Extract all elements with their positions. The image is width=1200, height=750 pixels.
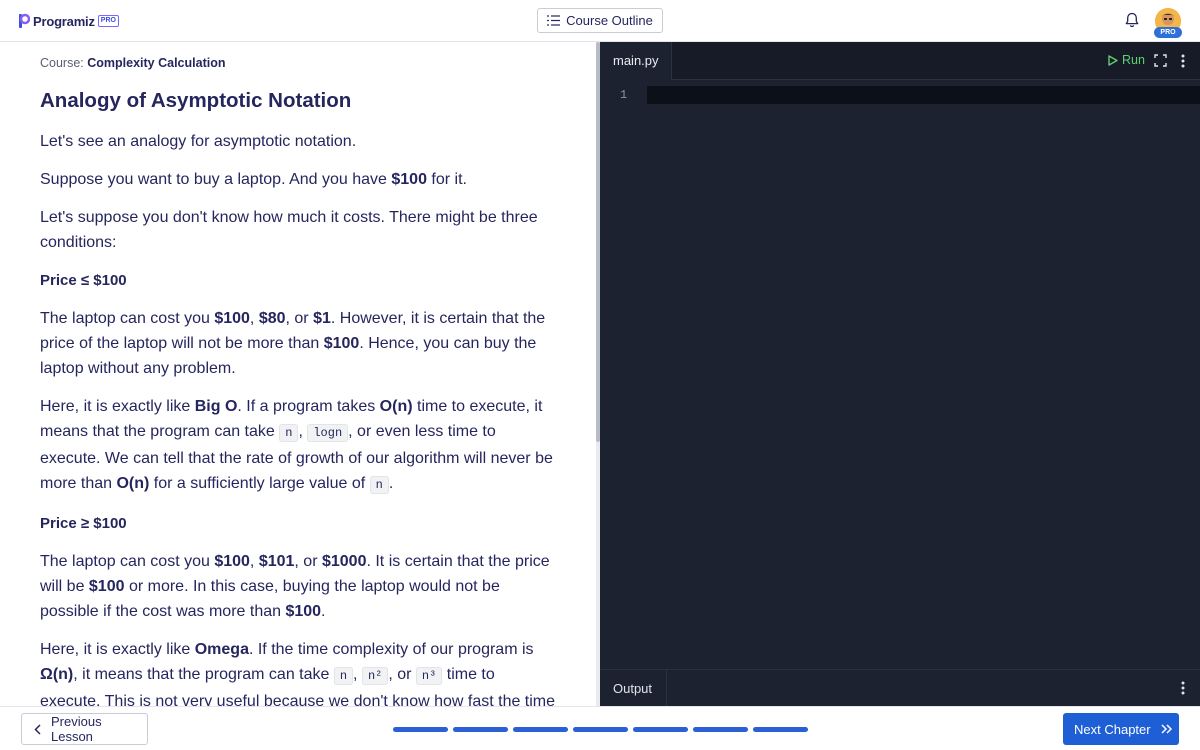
progress-segment	[633, 727, 688, 732]
progress-segment	[693, 727, 748, 732]
chevron-left-icon	[34, 723, 41, 735]
next-chapter-button[interactable]: Next Chapter	[1063, 713, 1179, 745]
progress-segment	[573, 727, 628, 732]
bottom-nav-bar: Previous Lesson Next Chapter	[0, 706, 1200, 750]
list-icon	[547, 15, 561, 26]
progress-segment	[753, 727, 808, 732]
double-chevron-right-icon	[1161, 724, 1172, 734]
inline-code: n	[369, 476, 389, 494]
heading-price-ge: Price ≥ $100	[40, 515, 127, 532]
progress-segment	[453, 727, 508, 732]
previous-lesson-button[interactable]: Previous Lesson	[21, 713, 148, 745]
inline-code: n	[279, 424, 299, 442]
paragraph-conditions: Let's suppose you don't know how much it…	[40, 209, 538, 251]
output-tab[interactable]: Output	[600, 670, 667, 707]
paragraph-big-o: Here, it is exactly like Big O. If a pro…	[40, 398, 553, 494]
paragraph-price-le: The laptop can cost you $100, $80, or $1…	[40, 310, 546, 377]
programiz-logo[interactable]: Programiz PRO	[18, 11, 119, 31]
top-bar: Programiz PRO Course Outline PRO	[0, 0, 1200, 42]
logo-text: Programiz	[33, 13, 95, 29]
paragraph-intro: Let's see an analogy for asymptotic nota…	[40, 133, 357, 150]
bell-icon[interactable]	[1123, 11, 1141, 29]
course-prefix: Course:	[40, 56, 88, 70]
code-input-line[interactable]	[647, 86, 1200, 104]
next-chapter-label: Next Chapter	[1074, 721, 1151, 737]
paragraph-budget: Suppose you want to buy a laptop. And yo…	[40, 171, 467, 188]
logo-mark-icon	[19, 13, 30, 28]
progress-segment	[393, 727, 448, 732]
editor-more-icon[interactable]	[1181, 54, 1185, 68]
tab-main-py[interactable]: main.py	[600, 42, 672, 80]
course-outline-button[interactable]: Course Outline	[537, 8, 663, 33]
avatar-pro-badge: PRO	[1154, 27, 1182, 38]
editor-tab-bar: main.py Run	[600, 42, 1200, 80]
course-outline-label: Course Outline	[566, 13, 653, 28]
inline-code: logn	[307, 424, 349, 442]
code-editor: main.py Run 1	[600, 42, 1200, 669]
lesson-progress	[393, 727, 808, 732]
progress-segment	[513, 727, 568, 732]
inline-code: n³	[415, 667, 443, 685]
paragraph-price-ge: The laptop can cost you $100, $101, or $…	[40, 553, 550, 620]
course-name[interactable]: Complexity Calculation	[87, 56, 225, 70]
run-button[interactable]: Run	[1108, 53, 1145, 67]
course-breadcrumb: Course: Complexity Calculation	[40, 56, 556, 70]
fullscreen-icon[interactable]	[1154, 54, 1167, 67]
inline-code: n	[333, 667, 354, 685]
lesson-panel: Course: Complexity Calculation Analogy o…	[0, 42, 596, 706]
logo-pro-badge: PRO	[97, 15, 119, 27]
output-panel: Output	[600, 669, 1200, 707]
previous-lesson-label: Previous Lesson	[50, 714, 102, 744]
paragraph-omega: Here, it is exactly like Omega. If the t…	[40, 641, 556, 706]
lesson-title: Analogy of Asymptotic Notation	[40, 89, 352, 112]
line-number: 1	[620, 88, 628, 102]
inline-code: n²	[361, 667, 389, 685]
run-label: Run	[1122, 53, 1145, 67]
play-icon	[1108, 54, 1118, 66]
output-more-icon[interactable]	[1181, 681, 1185, 695]
heading-price-le: Price ≤ $100	[40, 272, 127, 289]
